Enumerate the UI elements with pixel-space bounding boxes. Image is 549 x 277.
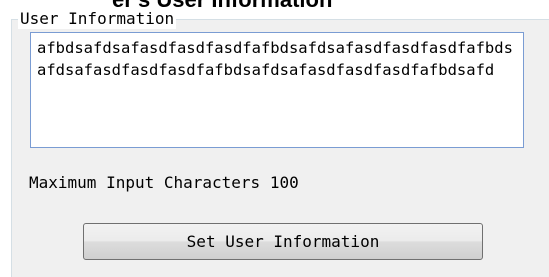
set-user-information-button[interactable]: Set User Information: [83, 223, 483, 260]
groupbox-legend: User Information: [18, 9, 177, 29]
page: er's User Information User Information a…: [0, 0, 549, 277]
max-characters-label: Maximum Input Characters 100: [29, 173, 299, 192]
user-information-textarea[interactable]: afbdsafdsafasdfasdfasdfafbdsafdsafasdfas…: [30, 32, 524, 148]
